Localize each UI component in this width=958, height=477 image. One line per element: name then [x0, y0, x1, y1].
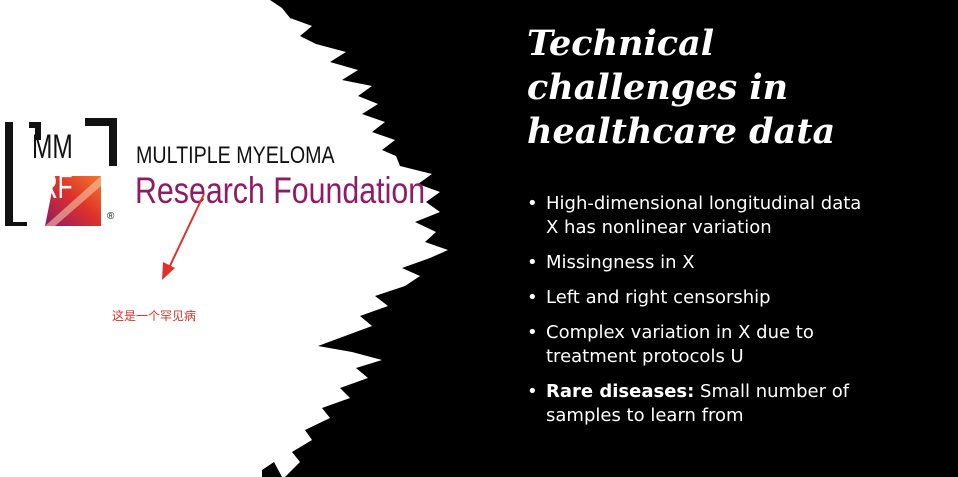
bullet-line: Rare diseases: Small number of [546, 380, 926, 404]
title-line: Technical [527, 23, 715, 64]
bullet-line-rest: Small number of [694, 381, 850, 402]
annotation-note: 这是一个罕见病 [112, 309, 197, 323]
bullet-bold-label: Rare diseases: [546, 381, 695, 402]
bullet-item: Complex variation in X due to treatment … [527, 321, 926, 369]
bullet-item: Rare diseases: Small number of samples t… [527, 380, 926, 428]
red-arrow-icon [162, 193, 205, 280]
bullet-line: X has nonlinear variation [546, 217, 772, 238]
bullet-line: Missingness in X [546, 252, 695, 273]
logo-name-line1: MULTIPLE MYELOMA [136, 142, 335, 169]
bullet-item: Left and right censorship [527, 286, 926, 310]
bullet-item: High-dimensional longitudinal data X has… [527, 192, 926, 240]
slide-title: Technical challenges in healthcare data [527, 22, 835, 154]
title-line: challenges in [527, 67, 789, 108]
logo-letters-top: MM [32, 128, 73, 166]
bullet-item: Missingness in X [527, 251, 926, 275]
bullet-line: High-dimensional longitudinal data [546, 193, 862, 214]
bullet-line: Complex variation in X due to [546, 322, 814, 343]
slide: MM RF MULTIPLE MYELOMA Research Foundati… [0, 0, 958, 477]
registered-mark: ® [107, 211, 115, 222]
bullet-list: High-dimensional longitudinal data X has… [527, 192, 926, 439]
title-line: healthcare data [527, 111, 836, 152]
bullet-line: samples to learn from [546, 405, 744, 426]
bullet-line: treatment protocols U [546, 346, 744, 367]
logo-letters-bottom: RF [40, 168, 73, 206]
bullet-line: Left and right censorship [546, 287, 771, 308]
